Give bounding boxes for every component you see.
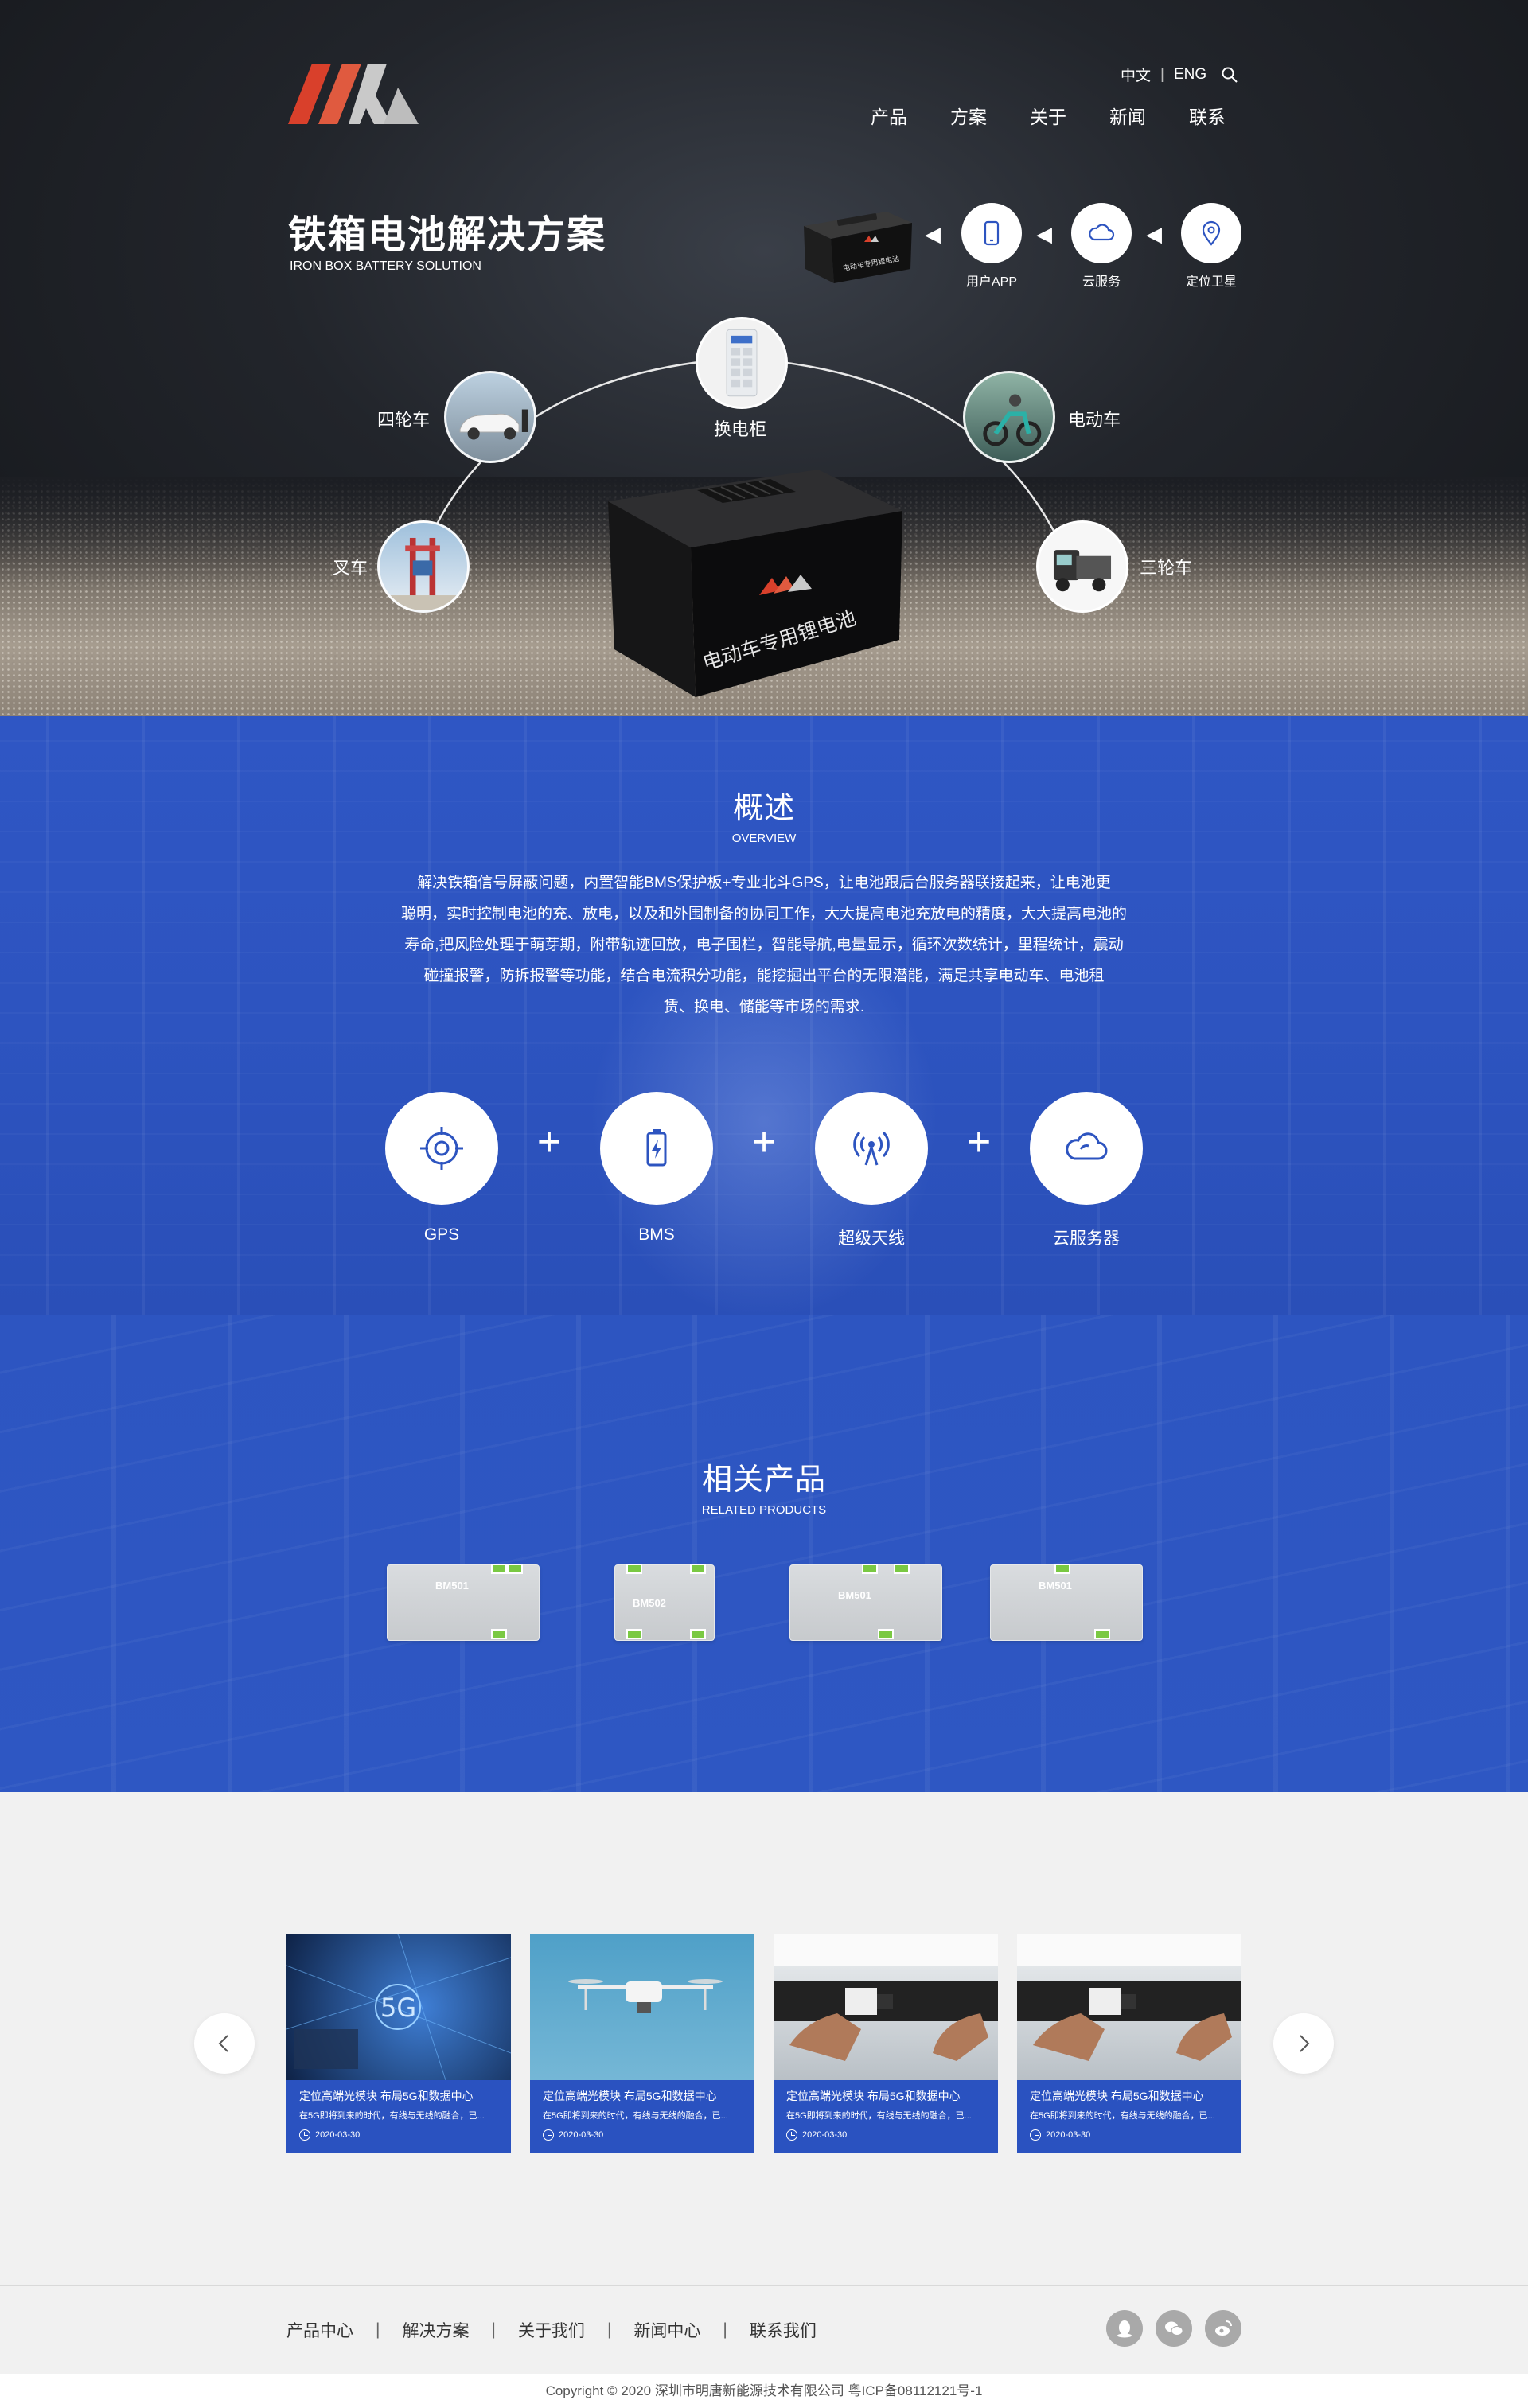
product-model: BM501 <box>838 1589 871 1601</box>
feature-antenna: 超级天线 <box>815 1092 928 1249</box>
plus-icon: + <box>536 1119 562 1165</box>
footer-separator: | <box>491 2320 496 2339</box>
footer-separator: | <box>723 2320 727 2339</box>
product-model: BM502 <box>633 1597 666 1609</box>
news-desc: 在5G即将到来的时代，有线与无线的融合，已... <box>1030 2111 1215 2121</box>
chevron-left-icon <box>218 2035 228 2052</box>
overview-heading: 概述 OVERVIEW <box>0 783 1528 845</box>
feature-label: 云服务器 <box>1053 1229 1120 1248</box>
overview-section: 概述 OVERVIEW 解决铁箱信号屏蔽问题，内置智能BMS保护板+专业北斗GP… <box>0 716 1528 1315</box>
overview-description: 解决铁箱信号屏蔽问题，内置智能BMS保护板+专业北斗GPS，让电池跟后台服务器联… <box>382 867 1146 1023</box>
clock-icon <box>543 2129 554 2141</box>
chevron-right-icon <box>1300 2035 1310 2052</box>
antenna-icon <box>853 1131 890 1166</box>
news-date: 2020-03-30 <box>315 2130 361 2140</box>
footer-link-about[interactable]: 关于我们 <box>518 2318 585 2342</box>
swap-cabinet-image <box>696 317 788 409</box>
footer-link-contact[interactable]: 联系我们 <box>750 2318 817 2342</box>
product-board-card[interactable]: BM502 <box>614 1564 715 1641</box>
footer-link-products[interactable]: 产品中心 <box>286 2318 353 2342</box>
news-desc: 在5G即将到来的时代，有线与无线的融合，已... <box>299 2111 485 2121</box>
copyright-text: Copyright © 2020 深圳市明唐新能源技术有限公司 粤ICP备081… <box>0 2374 1528 2408</box>
product-model: BM501 <box>1039 1580 1072 1592</box>
clock-icon <box>786 2129 797 2141</box>
forklift-label: 叉车 <box>333 558 368 578</box>
feature-label: GPS <box>423 1225 460 1244</box>
related-heading: 相关产品 RELATED PRODUCTS <box>0 1455 1528 1517</box>
swap-cabinet-label: 换电柜 <box>714 419 767 439</box>
product-model: BM501 <box>435 1580 469 1592</box>
feature-label: 超级天线 <box>838 1229 905 1248</box>
plus-icon: + <box>751 1119 777 1165</box>
plus-icon: + <box>966 1119 992 1165</box>
carousel-next-button[interactable] <box>1273 2013 1334 2074</box>
overview-title: 概述 <box>732 792 795 825</box>
cloud-icon <box>1066 1132 1108 1160</box>
overview-line: 聪明，实时控制电池的充、放电，以及和外围制备的协同工作，大大提高电池充放电的精度… <box>400 906 1127 922</box>
news-card[interactable]: 定位高端光模块 布局5G和数据中心 在5G即将到来的时代，有线与无线的融合，已.… <box>530 1934 754 2153</box>
news-title: 定位高端光模块 布局5G和数据中心 <box>543 2090 717 2102</box>
footer-link-news[interactable]: 新闻中心 <box>633 2318 700 2342</box>
footer-nav: 产品中心 | 解决方案 | 关于我们 | 新闻中心 | 联系我们 <box>286 2318 817 2342</box>
footer-separator: | <box>606 2320 612 2339</box>
news-date: 2020-03-30 <box>559 2130 604 2140</box>
feature-bms: BMS <box>600 1092 713 1245</box>
news-image <box>1017 1934 1242 2080</box>
news-desc: 在5G即将到来的时代，有线与无线的融合，已... <box>786 2111 972 2121</box>
overview-subtitle: OVERVIEW <box>731 832 797 845</box>
feature-gps: GPS <box>385 1092 498 1245</box>
news-image-text: 5G <box>380 1993 416 2023</box>
news-date: 2020-03-30 <box>1046 2130 1091 2140</box>
news-carousel: 5G 定位高端光模块 布局5G和数据中心 在5G即将到来的时代，有线与无线的融合… <box>0 1792 1528 2285</box>
four-wheel-car-label: 四轮车 <box>377 410 431 430</box>
news-date: 2020-03-30 <box>802 2130 848 2140</box>
overview-line: 解决铁箱信号屏蔽问题，内置智能BMS保护板+专业北斗GPS，让电池跟后台服务器联… <box>417 875 1111 891</box>
news-image <box>530 1934 754 2080</box>
feature-label: BMS <box>638 1225 675 1244</box>
news-desc: 在5G即将到来的时代，有线与无线的融合，已... <box>543 2111 728 2121</box>
news-title: 定位高端光模块 布局5G和数据中心 <box>1030 2090 1204 2102</box>
feature-cloud-server: 云服务器 <box>1030 1092 1143 1249</box>
wechat-icon <box>1165 2321 1183 2336</box>
overview-line: 寿命,把风险处理于萌芽期，附带轨迹回放，电子围栏，智能导航,电量显示，循环次数统… <box>404 937 1124 953</box>
carousel-prev-button[interactable] <box>194 2013 255 2074</box>
news-card[interactable]: 5G 定位高端光模块 布局5G和数据中心 在5G即将到来的时代，有线与无线的融合… <box>286 1934 511 2153</box>
e-bike-label: 电动车 <box>1068 410 1121 430</box>
overview-line: 赁、换电、储能等市场的需求. <box>663 999 865 1015</box>
clock-icon <box>1030 2129 1041 2141</box>
news-image <box>774 1934 998 2080</box>
weibo-icon <box>1215 2320 1232 2336</box>
news-title: 定位高端光模块 布局5G和数据中心 <box>786 2090 961 2102</box>
news-card[interactable]: 定位高端光模块 布局5G和数据中心 在5G即将到来的时代，有线与无线的融合，已.… <box>1017 1934 1242 2153</box>
target-icon <box>420 1127 463 1170</box>
e-bike-image <box>963 371 1055 463</box>
tricycle-label: 三轮车 <box>1140 558 1193 578</box>
wechat-button[interactable] <box>1156 2310 1192 2347</box>
hero-banner: 中文 | ENG 产品 方案 关于 新闻 联系 铁箱电池解决方案 IRON BO… <box>0 0 1528 716</box>
related-products-section: 相关产品 RELATED PRODUCTS BM501 BM502 BM501 … <box>0 1315 1528 1792</box>
footer-separator: | <box>376 2320 380 2339</box>
qq-button[interactable] <box>1106 2310 1143 2347</box>
overview-line: 碰撞报警，防拆报警等功能，结合电流积分功能，能挖掘出平台的无限潜能，满足共享电动… <box>423 968 1105 984</box>
four-wheel-car-image <box>444 371 536 463</box>
footer-link-solutions[interactable]: 解决方案 <box>402 2318 469 2342</box>
weibo-button[interactable] <box>1205 2310 1242 2347</box>
product-board-card[interactable]: BM501 <box>387 1564 540 1641</box>
forklift-image <box>377 520 470 613</box>
related-title: 相关产品 <box>701 1463 826 1497</box>
battery-box-image: 电动车专用锂电池 <box>608 470 902 697</box>
news-image: 5G <box>286 1934 511 2080</box>
site-footer: 产品中心 | 解决方案 | 关于我们 | 新闻中心 | 联系我们 Copyrig… <box>0 2285 1528 2408</box>
clock-icon <box>299 2129 310 2141</box>
news-title: 定位高端光模块 布局5G和数据中心 <box>299 2090 474 2102</box>
news-card[interactable]: 定位高端光模块 布局5G和数据中心 在5G即将到来的时代，有线与无线的融合，已.… <box>774 1934 998 2153</box>
product-board-card[interactable]: BM501 <box>789 1564 942 1641</box>
product-board-card[interactable]: BM501 <box>990 1564 1143 1641</box>
tricycle-image <box>1036 520 1128 613</box>
related-subtitle: RELATED PRODUCTS <box>701 1503 827 1517</box>
battery-icon <box>646 1129 667 1167</box>
qq-icon <box>1117 2320 1132 2338</box>
